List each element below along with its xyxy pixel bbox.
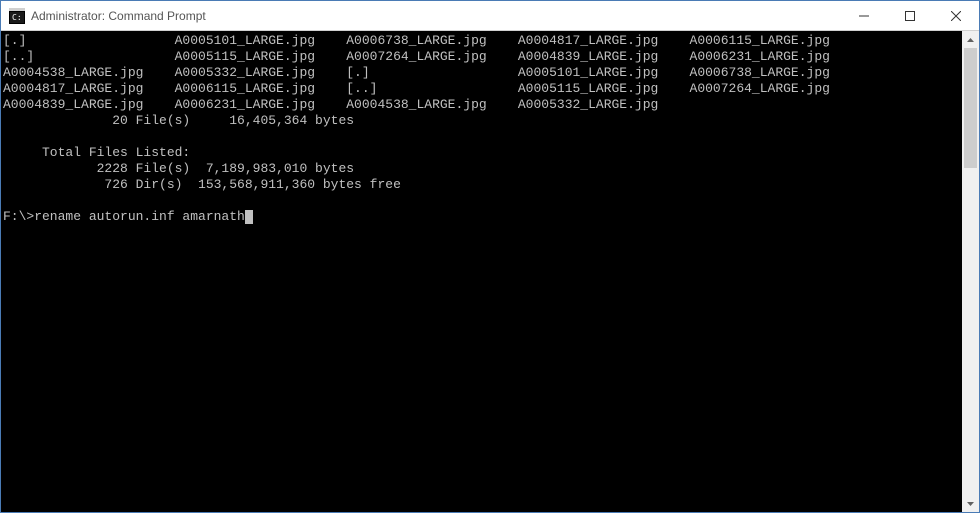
minimize-button[interactable] (841, 1, 887, 30)
close-icon (951, 11, 961, 21)
window-controls (841, 1, 979, 30)
chevron-up-icon (967, 38, 974, 42)
titlebar[interactable]: C: Administrator: Command Prompt (1, 1, 979, 31)
close-button[interactable] (933, 1, 979, 30)
terminal-area: [.] A0005101_LARGE.jpg A0006738_LARGE.jp… (1, 31, 979, 512)
svg-text:C:: C: (12, 13, 22, 22)
window-title: Administrator: Command Prompt (31, 9, 841, 23)
scroll-up-button[interactable] (962, 31, 979, 48)
vertical-scrollbar[interactable] (962, 31, 979, 512)
terminal-output[interactable]: [.] A0005101_LARGE.jpg A0006738_LARGE.jp… (1, 31, 962, 512)
cmd-icon: C: (9, 8, 25, 24)
cmd-window: C: Administrator: Command Prompt [.] A00… (0, 0, 980, 513)
maximize-icon (905, 11, 915, 21)
scroll-down-button[interactable] (962, 495, 979, 512)
scroll-track[interactable] (962, 48, 979, 495)
minimize-icon (859, 11, 869, 21)
cursor (245, 210, 253, 224)
maximize-button[interactable] (887, 1, 933, 30)
chevron-down-icon (967, 502, 974, 506)
scroll-thumb[interactable] (964, 48, 977, 168)
